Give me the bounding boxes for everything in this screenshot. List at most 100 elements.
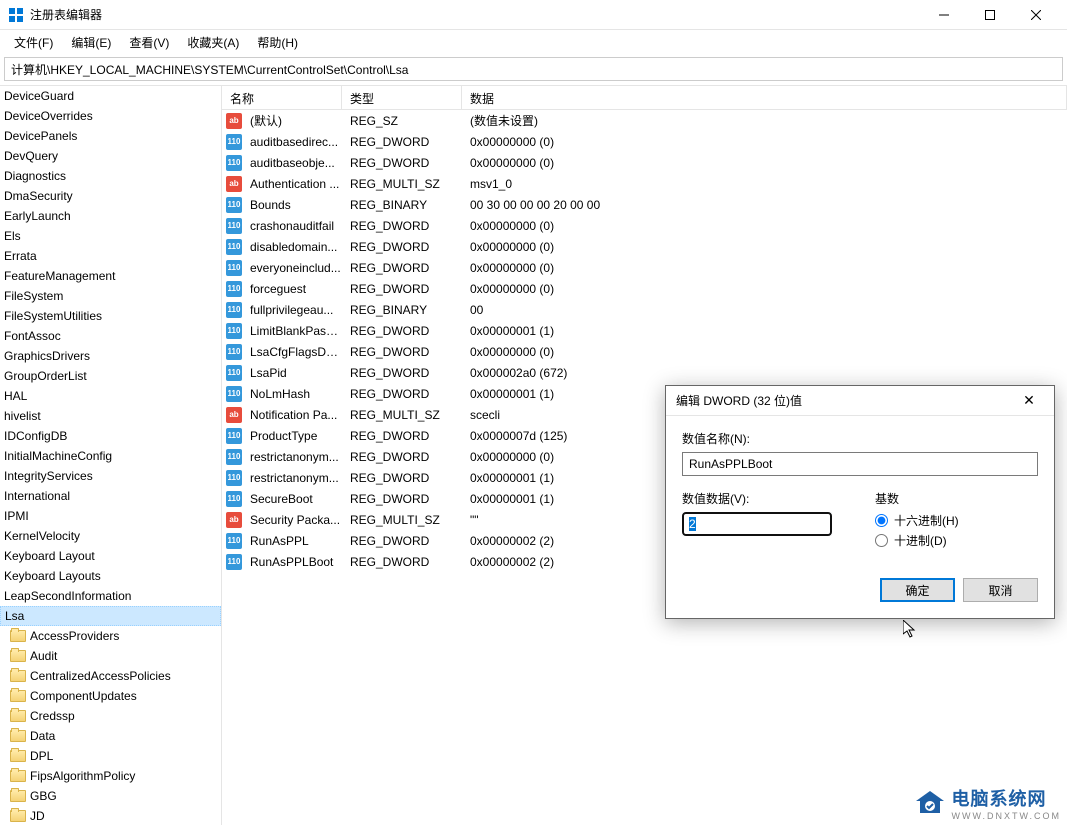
dialog-titlebar[interactable]: 编辑 DWORD (32 位)值 ✕ bbox=[666, 386, 1054, 416]
cancel-button[interactable]: 取消 bbox=[963, 578, 1038, 602]
tree-item-label: ComponentUpdates bbox=[30, 689, 137, 703]
radio-hex[interactable]: 十六进制(H) bbox=[875, 512, 1038, 529]
tree-item[interactable]: DevQuery bbox=[0, 146, 221, 166]
tree-view[interactable]: DeviceGuard DeviceOverridesDevicePanels De… bbox=[0, 86, 222, 825]
minimize-button[interactable] bbox=[921, 0, 967, 30]
list-row[interactable]: 110LimitBlankPass...REG_DWORD0x00000001 … bbox=[222, 320, 1067, 341]
value-data-input[interactable] bbox=[682, 512, 832, 536]
tree-item-label: Credssp bbox=[30, 709, 75, 723]
radio-hex-input[interactable] bbox=[875, 514, 888, 527]
tree-item[interactable]: Keyboard Layout bbox=[0, 546, 221, 566]
list-row[interactable]: 110crashonauditfailREG_DWORD0x00000000 (… bbox=[222, 215, 1067, 236]
tree-item[interactable]: International bbox=[0, 486, 221, 506]
list-row[interactable]: 110auditbasedirec...REG_DWORD0x00000000 … bbox=[222, 131, 1067, 152]
cell-name: Bounds bbox=[246, 198, 346, 212]
list-row[interactable]: 110LsaPidREG_DWORD0x000002a0 (672) bbox=[222, 362, 1067, 383]
menu-edit[interactable]: 编辑(E) bbox=[63, 31, 119, 54]
cell-name: LsaCfgFlagsDe... bbox=[246, 345, 346, 359]
tree-item[interactable]: Keyboard Layouts bbox=[0, 566, 221, 586]
list-row[interactable]: ab(默认)REG_SZ(数值未设置) bbox=[222, 110, 1067, 131]
tree-item[interactable]: GroupOrderList bbox=[0, 366, 221, 386]
tree-item[interactable]: Els bbox=[0, 226, 221, 246]
list-row[interactable]: abAuthentication ...REG_MULTI_SZmsv1_0 bbox=[222, 173, 1067, 194]
tree-item[interactable]: IntegrityServices bbox=[0, 466, 221, 486]
app-icon bbox=[8, 7, 24, 23]
tree-item[interactable]: FontAssoc bbox=[0, 326, 221, 346]
binary-value-icon: 110 bbox=[226, 197, 242, 213]
cell-type: REG_MULTI_SZ bbox=[346, 408, 466, 422]
tree-item[interactable]: FileSystem bbox=[0, 286, 221, 306]
cell-data: msv1_0 bbox=[466, 177, 1067, 191]
tree-item[interactable]: GBG bbox=[0, 786, 221, 806]
cell-type: REG_DWORD bbox=[346, 429, 466, 443]
binary-value-icon: 110 bbox=[226, 302, 242, 318]
list-row[interactable]: 110everyoneinclud...REG_DWORD0x00000000 … bbox=[222, 257, 1067, 278]
tree-item[interactable]: DeviceGuard bbox=[0, 86, 221, 106]
maximize-button[interactable] bbox=[967, 0, 1013, 30]
tree-item[interactable]: ComponentUpdates bbox=[0, 686, 221, 706]
tree-item[interactable]: HAL bbox=[0, 386, 221, 406]
cell-data: 0x00000000 (0) bbox=[466, 282, 1067, 296]
tree-item[interactable]: FeatureManagement bbox=[0, 266, 221, 286]
list-row[interactable]: 110fullprivilegeau...REG_BINARY00 bbox=[222, 299, 1067, 320]
menu-file[interactable]: 文件(F) bbox=[6, 31, 61, 54]
cell-data: 0x00000000 (0) bbox=[466, 240, 1067, 254]
cell-type: REG_DWORD bbox=[346, 282, 466, 296]
list-row[interactable]: 110LsaCfgFlagsDe...REG_DWORD0x00000000 (… bbox=[222, 341, 1067, 362]
cell-data: 0x00000001 (1) bbox=[466, 324, 1067, 338]
tree-item[interactable]: IDConfigDB bbox=[0, 426, 221, 446]
col-header-data[interactable]: 数据 bbox=[462, 86, 1067, 109]
tree-item[interactable]: FipsAlgorithmPolicy bbox=[0, 766, 221, 786]
tree-item[interactable]: LeapSecondInformation bbox=[0, 586, 221, 606]
watermark-icon bbox=[914, 789, 946, 817]
tree-item[interactable]: IPMI bbox=[0, 506, 221, 526]
tree-item[interactable]: JD bbox=[0, 806, 221, 825]
tree-item[interactable]: CentralizedAccessPolicies bbox=[0, 666, 221, 686]
col-header-name[interactable]: 名称 bbox=[222, 86, 342, 109]
tree-item[interactable]: GraphicsDrivers bbox=[0, 346, 221, 366]
address-bar[interactable]: 计算机\HKEY_LOCAL_MACHINE\SYSTEM\CurrentCon… bbox=[4, 57, 1063, 81]
tree-item[interactable]: Diagnostics bbox=[0, 166, 221, 186]
tree-item[interactable]: DevicePanels bbox=[0, 126, 221, 146]
ok-button[interactable]: 确定 bbox=[880, 578, 955, 602]
list-row[interactable]: 110auditbaseobje...REG_DWORD0x00000000 (… bbox=[222, 152, 1067, 173]
tree-item[interactable]: FileSystemUtilities bbox=[0, 306, 221, 326]
tree-item[interactable]: Audit bbox=[0, 646, 221, 666]
list-row[interactable]: 110forceguestREG_DWORD0x00000000 (0) bbox=[222, 278, 1067, 299]
cell-name: RunAsPPLBoot bbox=[246, 555, 346, 569]
tree-item[interactable]: DPL bbox=[0, 746, 221, 766]
list-row[interactable]: 110BoundsREG_BINARY00 30 00 00 00 20 00 … bbox=[222, 194, 1067, 215]
close-button[interactable] bbox=[1013, 0, 1059, 30]
menu-view[interactable]: 查看(V) bbox=[121, 31, 177, 54]
tree-item[interactable]: DmaSecurity bbox=[0, 186, 221, 206]
watermark-sub: WWW.DNXTW.COM bbox=[952, 811, 1061, 821]
tree-item-label: Errata bbox=[4, 249, 37, 263]
value-name-input[interactable] bbox=[682, 452, 1038, 476]
tree-item[interactable]: AccessProviders bbox=[0, 626, 221, 646]
cell-name: Authentication ... bbox=[246, 177, 346, 191]
col-header-type[interactable]: 类型 bbox=[342, 86, 462, 109]
tree-item[interactable]: Lsa bbox=[0, 606, 221, 626]
tree-item[interactable]: Data bbox=[0, 726, 221, 746]
tree-item-label: DevQuery bbox=[4, 149, 58, 163]
tree-item[interactable]: Credssp bbox=[0, 706, 221, 726]
dialog-close-button[interactable]: ✕ bbox=[1014, 386, 1044, 416]
cell-name: SecureBoot bbox=[246, 492, 346, 506]
tree-item[interactable]: Errata bbox=[0, 246, 221, 266]
tree-item-label: EarlyLaunch bbox=[4, 209, 71, 223]
folder-icon bbox=[10, 810, 26, 822]
tree-item[interactable]: EarlyLaunch bbox=[0, 206, 221, 226]
menu-help[interactable]: 帮助(H) bbox=[249, 31, 306, 54]
list-row[interactable]: 110disabledomain...REG_DWORD0x00000000 (… bbox=[222, 236, 1067, 257]
tree-item[interactable]: hivelist bbox=[0, 406, 221, 426]
tree-item-label: DeviceGuard bbox=[4, 89, 74, 103]
folder-icon bbox=[10, 690, 26, 702]
tree-item[interactable]: InitialMachineConfig bbox=[0, 446, 221, 466]
tree-item-label: Audit bbox=[30, 649, 57, 663]
cell-name: restrictanonym... bbox=[246, 450, 346, 464]
tree-item[interactable]: KernelVelocity bbox=[0, 526, 221, 546]
tree-item[interactable]: DeviceOverrides bbox=[0, 106, 221, 126]
radio-dec[interactable]: 十进制(D) bbox=[875, 532, 1038, 549]
radio-dec-input[interactable] bbox=[875, 534, 888, 547]
menu-favorites[interactable]: 收藏夹(A) bbox=[179, 31, 247, 54]
